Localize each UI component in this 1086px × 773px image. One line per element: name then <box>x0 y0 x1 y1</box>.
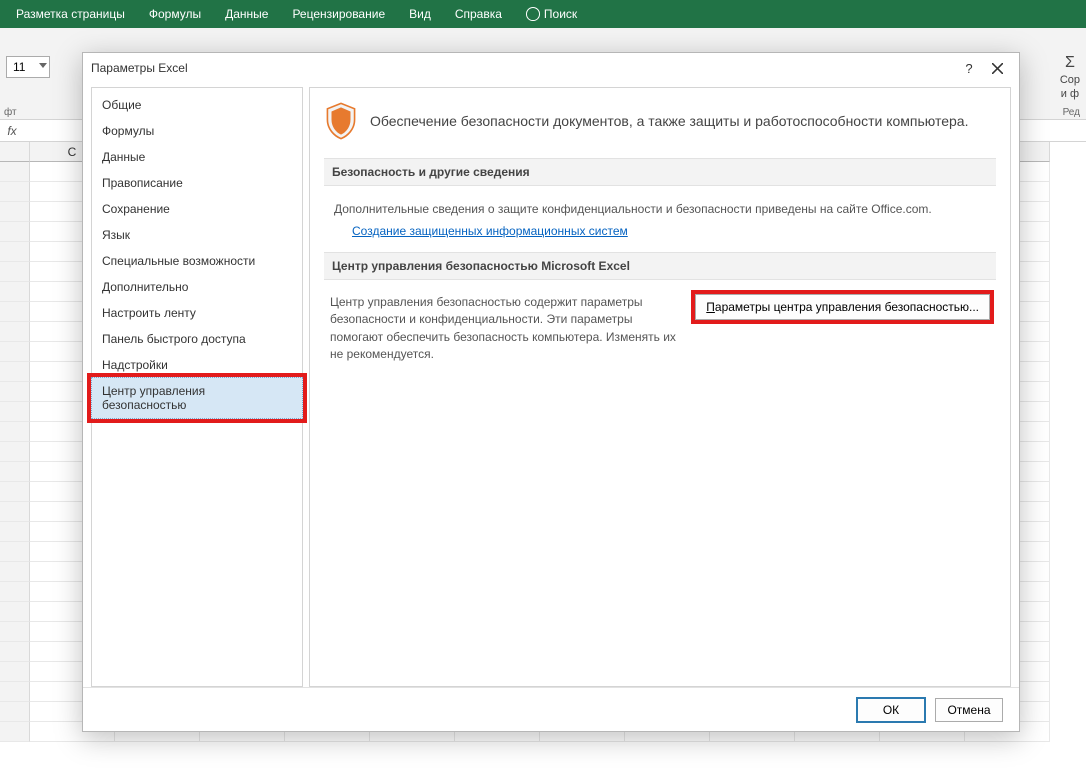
trusted-systems-link[interactable]: Создание защищенных информационных систе… <box>352 224 628 238</box>
trust-center-row: Центр управления безопасностью содержит … <box>324 290 996 368</box>
sidebar-item-save[interactable]: Сохранение <box>92 196 302 222</box>
cancel-button[interactable]: Отмена <box>935 698 1003 722</box>
font-size-selector[interactable]: 11 <box>6 56 50 78</box>
dialog-titlebar[interactable]: Параметры Excel ? <box>83 53 1019 83</box>
fx-icon[interactable]: fx <box>0 124 24 138</box>
ribbon-search[interactable]: Поиск <box>516 3 587 25</box>
sidebar-item-addins[interactable]: Надстройки <box>92 352 302 378</box>
options-content: Обеспечение безопасности документов, а т… <box>309 87 1011 687</box>
ribbon-tab-pagelayout[interactable]: Разметка страницы <box>6 3 135 25</box>
select-all-corner[interactable] <box>0 142 30 162</box>
section-head-trust-center: Центр управления безопасностью Microsoft… <box>324 252 996 280</box>
ribbon-group-label: фт <box>4 107 17 118</box>
trust-center-hero: Обеспечение безопасности документов, а т… <box>324 102 996 148</box>
sidebar-item-proofing[interactable]: Правописание <box>92 170 302 196</box>
autosum-icon[interactable]: Σ <box>1065 54 1075 72</box>
sidebar-item-accessibility[interactable]: Специальные возможности <box>92 248 302 274</box>
dialog-footer: ОК Отмена <box>83 687 1019 731</box>
sidebar-item-data[interactable]: Данные <box>92 144 302 170</box>
ribbon-tab-review[interactable]: Рецензирование <box>282 3 395 25</box>
sidebar-item-trust-center[interactable]: Центр управления безопасностью <box>91 377 303 419</box>
options-sidebar: Общие Формулы Данные Правописание Сохран… <box>91 87 303 687</box>
ribbon-group-label: Ред <box>1063 107 1080 118</box>
sidebar-item-formulas[interactable]: Формулы <box>92 118 302 144</box>
lightbulb-icon <box>526 7 540 21</box>
ok-button[interactable]: ОК <box>857 698 925 722</box>
close-button[interactable] <box>983 57 1011 79</box>
sort-label: Сор <box>1060 74 1080 86</box>
excel-options-dialog: Параметры Excel ? Общие Формулы Данные П… <box>82 52 1020 732</box>
close-icon <box>992 63 1003 74</box>
ribbon-tab-formulas[interactable]: Формулы <box>139 3 211 25</box>
search-label: Поиск <box>544 7 577 21</box>
dialog-title: Параметры Excel <box>91 61 955 75</box>
sidebar-item-customize-ribbon[interactable]: Настроить ленту <box>92 300 302 326</box>
ribbon-tabs: Разметка страницы Формулы Данные Рецензи… <box>0 0 1086 28</box>
sidebar-item-language[interactable]: Язык <box>92 222 302 248</box>
accelerator-char: П <box>706 300 715 314</box>
chevron-down-icon <box>39 63 47 68</box>
trust-center-description: Центр управления безопасностью содержит … <box>330 294 679 364</box>
ribbon-tab-help[interactable]: Справка <box>445 3 512 25</box>
help-button[interactable]: ? <box>955 57 983 79</box>
ribbon-tab-view[interactable]: Вид <box>399 3 441 25</box>
section-head-security-info: Безопасность и другие сведения <box>324 158 996 186</box>
hero-text: Обеспечение безопасности документов, а т… <box>370 113 968 129</box>
filter-label: и ф <box>1061 88 1079 100</box>
shield-icon <box>324 102 358 140</box>
security-info-text: Дополнительные сведения о защите конфиде… <box>334 202 932 216</box>
ribbon-tab-data[interactable]: Данные <box>215 3 278 25</box>
sidebar-item-advanced[interactable]: Дополнительно <box>92 274 302 300</box>
font-size-value: 11 <box>13 60 25 74</box>
trust-center-settings-button[interactable]: Параметры центра управления безопасность… <box>695 294 990 320</box>
trust-button-rest: араметры центра управления безопасностью… <box>715 300 979 314</box>
section-body-security-info: Дополнительные сведения о защите конфиде… <box>324 196 996 242</box>
ribbon-editing-group: Σ Сор и ф <box>1060 54 1080 100</box>
sidebar-item-general[interactable]: Общие <box>92 92 302 118</box>
sidebar-item-quick-access[interactable]: Панель быстрого доступа <box>92 326 302 352</box>
